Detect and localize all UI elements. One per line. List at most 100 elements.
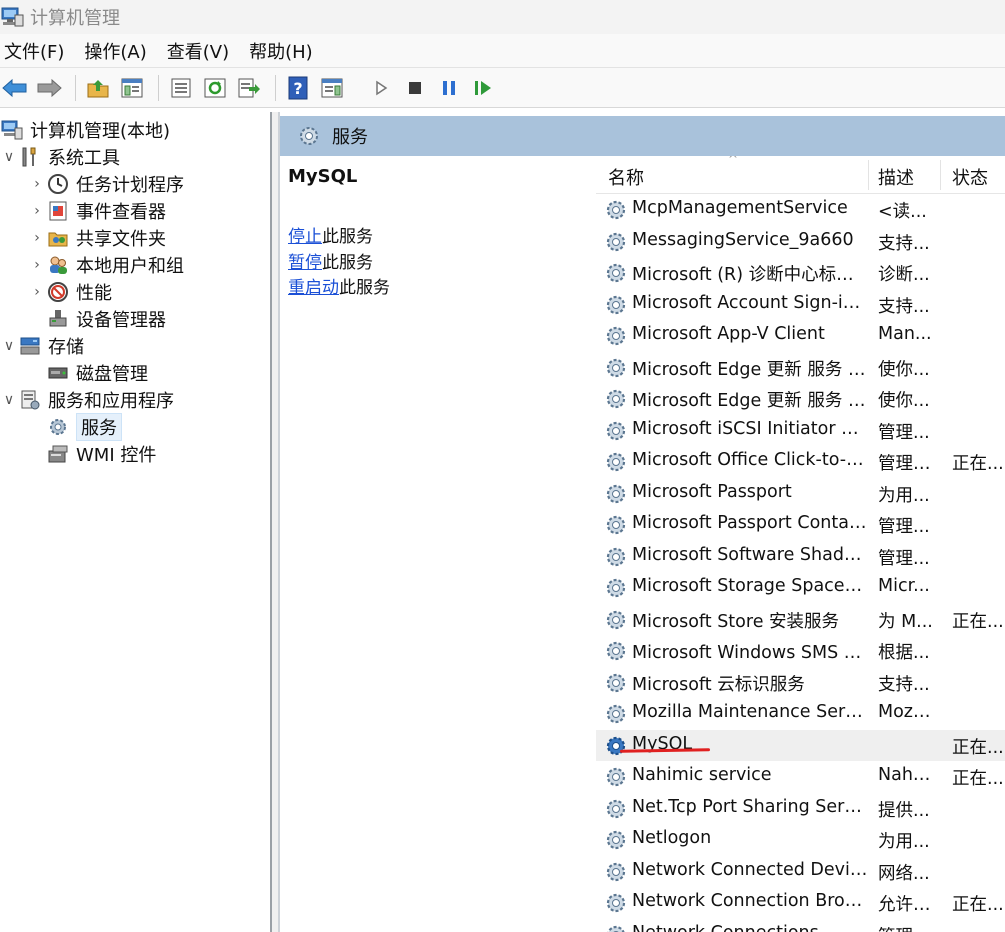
service-row[interactable]: Network Connected Devic... 网络... <box>596 856 1005 887</box>
start-service-button[interactable] <box>366 73 396 103</box>
service-row[interactable]: Microsoft Software Shado... 管理... <box>596 541 1005 572</box>
expand-chevron-icon[interactable]: ∨ <box>0 149 18 165</box>
service-row[interactable]: Network Connections 管理"... <box>596 919 1005 932</box>
tree-item-wmi-control[interactable]: WMI 控件 <box>28 440 156 467</box>
tree-item-performance[interactable]: › 性能 <box>28 278 112 305</box>
service-gear-icon <box>604 671 628 695</box>
service-gear-icon <box>604 450 628 474</box>
forward-button[interactable] <box>34 73 64 103</box>
tree-item-services-apps[interactable]: ∨ 服务和应用程序 <box>0 386 174 413</box>
stop-service-link[interactable]: 停止 <box>288 227 322 247</box>
shared-folder-icon <box>46 227 70 249</box>
service-row[interactable]: Nahimic service Nahi... 正在... <box>596 761 1005 792</box>
tree-item-task-scheduler[interactable]: › 任务计划程序 <box>28 170 184 197</box>
tree-item-event-viewer[interactable]: › 事件查看器 <box>28 197 166 224</box>
up-level-button[interactable] <box>83 73 113 103</box>
service-gear-icon <box>604 356 628 380</box>
service-row[interactable]: Microsoft Windows SMS 路... 根据... <box>596 635 1005 666</box>
column-separator[interactable] <box>940 160 941 190</box>
help-button[interactable]: ? <box>283 73 313 103</box>
title-bar: 计算机管理 <box>0 0 1005 34</box>
service-name: Microsoft Windows SMS 路... <box>632 643 868 663</box>
service-row[interactable]: Netlogon 为用... <box>596 824 1005 855</box>
service-row[interactable]: McpManagementService <读... <box>596 194 1005 225</box>
expand-chevron-icon[interactable]: › <box>28 284 46 300</box>
toolbar: ? <box>0 68 1005 108</box>
show-hide-tree-button[interactable] <box>117 73 147 103</box>
menu-help[interactable]: 帮助(H) <box>245 38 317 64</box>
service-row[interactable]: Net.Tcp Port Sharing Service 提供... <box>596 793 1005 824</box>
properties-button[interactable] <box>166 73 196 103</box>
tree-item-storage[interactable]: ∨ 存储 <box>0 332 84 359</box>
service-gear-icon <box>604 639 628 663</box>
service-row[interactable]: Mozilla Maintenance Service Mozi... <box>596 698 1005 729</box>
service-description: 管理... <box>878 548 930 569</box>
restart-service-button[interactable] <box>468 73 498 103</box>
expand-chevron-icon[interactable]: › <box>28 176 46 192</box>
tree-label: 服务 <box>76 412 122 441</box>
service-gear-icon <box>604 734 628 758</box>
device-manager-icon <box>46 308 70 330</box>
service-name: Microsoft Store 安装服务 <box>632 611 840 632</box>
expand-chevron-icon[interactable]: ∨ <box>0 338 18 354</box>
show-hide-action-pane-button[interactable] <box>317 73 347 103</box>
restart-service-link[interactable]: 重启动 <box>288 278 339 298</box>
sort-ascending-icon: ^ <box>728 156 739 166</box>
export-list-button[interactable] <box>234 73 264 103</box>
service-name: Microsoft (R) 诊断中心标准... <box>632 265 868 285</box>
service-row[interactable]: Microsoft iSCSI Initiator Ser... 管理... <box>596 415 1005 446</box>
menu-file[interactable]: 文件(F) <box>0 38 68 64</box>
tree-item-shared-folders[interactable]: › 共享文件夹 <box>28 224 166 251</box>
service-row[interactable]: MySQL 正在... <box>596 729 1005 761</box>
service-row[interactable]: Microsoft 云标识服务 支持... <box>596 667 1005 698</box>
column-separator[interactable] <box>868 160 869 190</box>
service-name: Mozilla Maintenance Service <box>632 702 868 722</box>
menu-view[interactable]: 查看(V) <box>163 38 233 64</box>
refresh-button[interactable] <box>200 73 230 103</box>
service-row[interactable]: Microsoft Passport Container 管理... <box>596 509 1005 540</box>
tree-item-device-manager[interactable]: 设备管理器 <box>28 305 166 332</box>
service-row[interactable]: Microsoft Passport 为用... <box>596 478 1005 509</box>
service-gear-icon <box>604 261 628 285</box>
column-header-description[interactable]: 描述 <box>878 164 914 190</box>
tree-item-system-tools[interactable]: ∨ 系统工具 <box>0 143 120 170</box>
pause-service-action: 暂停此服务 <box>288 248 373 273</box>
service-row[interactable]: Microsoft Edge 更新 服务 (... 使你... <box>596 352 1005 383</box>
service-gear-icon <box>604 482 628 506</box>
back-button[interactable] <box>0 73 30 103</box>
service-row[interactable]: Microsoft Edge 更新 服务 (... 使你... <box>596 383 1005 414</box>
tree-item-disk-management[interactable]: 磁盘管理 <box>28 359 148 386</box>
stop-icon <box>409 81 421 94</box>
tree-root-computer-management[interactable]: 计算机管理(本地) <box>0 116 170 143</box>
service-row[interactable]: MessagingService_9a660 支持... <box>596 226 1005 257</box>
service-description: 网络... <box>878 863 930 884</box>
computer-icon <box>0 119 24 141</box>
service-row[interactable]: Microsoft Store 安装服务 为 M... 正在... <box>596 604 1005 635</box>
wmi-icon <box>46 443 70 465</box>
tree-item-services[interactable]: 服务 <box>28 412 122 441</box>
expand-chevron-icon[interactable]: › <box>28 257 46 273</box>
menu-action[interactable]: 操作(A) <box>80 38 150 64</box>
column-header-status[interactable]: 状态 <box>952 164 988 190</box>
service-row[interactable]: Microsoft Storage Spaces S... Micr... <box>596 572 1005 603</box>
service-row[interactable]: Microsoft Account Sign-in ... 支持... <box>596 289 1005 320</box>
expand-chevron-icon[interactable]: › <box>28 203 46 219</box>
folder-up-icon <box>87 79 109 97</box>
tree-item-local-users[interactable]: › 本地用户和组 <box>28 251 184 278</box>
expand-chevron-icon[interactable]: › <box>28 230 46 246</box>
column-header-name[interactable]: 名称 <box>608 164 644 190</box>
pause-service-link[interactable]: 暂停 <box>288 253 322 273</box>
service-description: 支持... <box>878 233 930 254</box>
users-icon <box>46 254 70 276</box>
service-row[interactable]: Microsoft (R) 诊断中心标准... 诊断... <box>596 257 1005 288</box>
service-description: 为用... <box>878 485 930 506</box>
pause-icon <box>443 80 455 95</box>
pause-service-button[interactable] <box>434 73 464 103</box>
service-row[interactable]: Microsoft App-V Client Man... <box>596 320 1005 351</box>
service-row[interactable]: Microsoft Office Click-to-R... 管理 ... 正在..… <box>596 446 1005 477</box>
service-row[interactable]: Network Connection Broker 允许 ... 正在... <box>596 887 1005 918</box>
expand-chevron-icon[interactable]: ∨ <box>0 392 18 408</box>
service-description: 允许 ... <box>878 895 934 915</box>
service-name: Network Connected Devic... <box>632 859 868 880</box>
stop-service-button[interactable] <box>400 73 430 103</box>
